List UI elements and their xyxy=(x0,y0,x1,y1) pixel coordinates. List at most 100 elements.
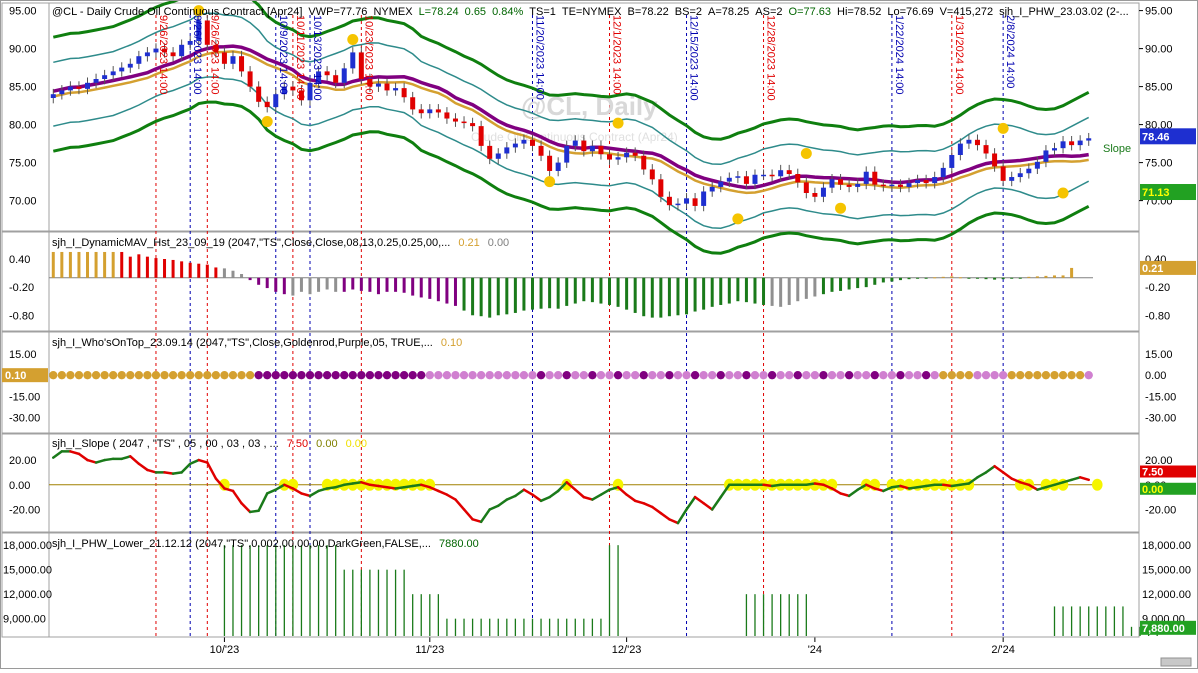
who-dot xyxy=(776,370,785,380)
who-dot xyxy=(288,370,298,380)
header-stat: Lo=76.69 xyxy=(887,6,933,18)
mav-title: sjh_I_DynamicMAV_Hst_23_09_19 (2047,"TS"… xyxy=(52,237,509,249)
mav-bar xyxy=(753,277,757,304)
price-tick-label-left: 75.00 xyxy=(9,158,37,170)
who-dot xyxy=(66,370,75,380)
candle-body xyxy=(581,140,587,152)
chart-header: @CL - Daily Crude Oil Continuous Contrac… xyxy=(52,6,1129,18)
candle-body xyxy=(470,123,476,127)
slope-value: 0.00 xyxy=(346,438,367,450)
slope-segment xyxy=(103,457,115,462)
who-dot xyxy=(853,370,862,380)
mav-bar xyxy=(727,277,731,304)
x-axis-label: 12/'23 xyxy=(612,644,642,656)
header-stat: 0.84% xyxy=(492,6,523,18)
candle-body xyxy=(803,182,809,193)
slope-segment xyxy=(813,482,825,487)
who-dot xyxy=(340,370,349,380)
who-title: sjh_I_Who'sOnTop_23.09.14 (2047,"TS",Clo… xyxy=(52,337,462,349)
slope-segment xyxy=(916,484,928,489)
candle-body xyxy=(769,174,775,177)
candle-body xyxy=(239,56,245,72)
who-dot xyxy=(297,370,306,380)
candle-body xyxy=(324,71,330,76)
who-dot xyxy=(348,370,357,380)
mav-bar xyxy=(411,277,415,296)
who-dot xyxy=(314,370,323,380)
mav-bar xyxy=(308,277,312,295)
mav-bar xyxy=(488,277,492,318)
slope-segment xyxy=(325,485,337,490)
who-dot xyxy=(185,370,195,380)
mav-tick-label: -0.20 xyxy=(1145,282,1170,294)
who-dot xyxy=(451,370,460,380)
mav-bar xyxy=(436,277,440,302)
phw-flag-text: 7,880.00 xyxy=(1142,623,1185,635)
candle-body xyxy=(974,139,980,146)
mav-bar xyxy=(214,267,218,278)
mav-bar xyxy=(282,277,286,295)
mav-bar xyxy=(77,251,81,278)
candle-body xyxy=(863,171,869,184)
mav-bar xyxy=(325,277,329,290)
who-dot xyxy=(417,370,426,380)
candle-body xyxy=(1009,177,1015,181)
price-tick-label-left: 80.00 xyxy=(9,120,37,132)
mav-bar xyxy=(984,277,988,280)
candle-body xyxy=(915,180,921,184)
mav-bar xyxy=(231,270,235,278)
who-dot xyxy=(425,370,435,380)
candle-body xyxy=(872,171,878,185)
pivot-marker xyxy=(800,147,812,159)
header-stat: TS=1 xyxy=(529,6,556,18)
who-dot xyxy=(536,370,546,380)
candle-body xyxy=(264,101,270,108)
mav-bar xyxy=(787,277,791,305)
mav-bar xyxy=(505,277,509,315)
date-label: 1/31/2024 14:00 xyxy=(953,15,965,95)
who-dot xyxy=(1058,370,1068,380)
slope-segment xyxy=(402,484,414,489)
candle-body xyxy=(658,179,664,197)
mav-bar xyxy=(958,277,962,279)
mav-bar xyxy=(804,277,808,299)
who-dot xyxy=(639,370,648,380)
candle-body xyxy=(855,183,861,187)
who-dot xyxy=(836,370,845,380)
pivot-marker xyxy=(1057,187,1069,199)
who-dot xyxy=(237,370,246,380)
mav-bar xyxy=(419,277,423,298)
candle-body xyxy=(1026,168,1032,174)
who-dot xyxy=(331,370,340,380)
slope-tick-label: 20.00 xyxy=(1145,455,1173,467)
who-dot xyxy=(408,370,417,380)
phw-tick-label: 18,000.00 xyxy=(1142,540,1191,552)
candle-body xyxy=(889,184,895,187)
candle-body xyxy=(649,169,655,180)
mav-bar xyxy=(890,277,894,282)
who-dot xyxy=(228,370,238,380)
slope-segment xyxy=(351,481,363,485)
who-dot xyxy=(143,370,152,380)
x-axis-label: '24 xyxy=(808,644,822,656)
candle-body xyxy=(624,152,630,158)
who-dot xyxy=(374,370,383,380)
who-tick-label: 0.00 xyxy=(1145,370,1166,382)
mav-bar xyxy=(368,277,372,292)
who-dot xyxy=(511,370,520,380)
mav-bar xyxy=(667,277,671,317)
candle-body xyxy=(572,140,578,146)
mav-bar xyxy=(342,277,346,292)
mav-bar xyxy=(137,254,141,278)
who-dot xyxy=(442,370,452,380)
slope-value: 0.00 xyxy=(316,438,337,450)
candle-body xyxy=(589,145,595,152)
who-flag-left-text: 0.10 xyxy=(5,370,26,382)
who-dot xyxy=(245,370,255,380)
date-label: 9/26/2023 14:00 xyxy=(191,15,203,95)
mav-flag-text: 0.21 xyxy=(1142,263,1163,275)
candle-body xyxy=(529,139,535,146)
who-dot xyxy=(716,370,725,380)
slope-segment xyxy=(907,485,919,490)
slope-highlight xyxy=(1092,478,1103,491)
